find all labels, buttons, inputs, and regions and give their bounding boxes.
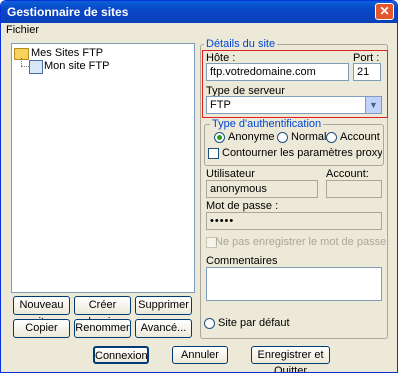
close-button[interactable]: ✕ (375, 3, 394, 20)
radio-account-label: Account (340, 131, 380, 143)
menu-fichier[interactable]: Fichier (6, 24, 39, 36)
password-input[interactable]: ••••• (206, 212, 382, 230)
radio-anonymous[interactable] (214, 132, 225, 143)
advanced-button[interactable]: Avancé... (135, 319, 192, 338)
delete-button[interactable]: Supprimer (135, 296, 192, 315)
user-label: Utilisateur (206, 168, 255, 180)
tree-connector-h (21, 66, 29, 68)
port-input[interactable]: 21 (353, 63, 381, 81)
tree-child-label: Mon site FTP (44, 60, 110, 72)
comments-textarea[interactable] (206, 267, 382, 301)
server-type-value: FTP (210, 99, 231, 111)
bypass-proxy-checkbox[interactable] (208, 148, 219, 159)
title-bar[interactable]: Gestionnaire de sites ✕ (1, 1, 397, 23)
copy-button[interactable]: Copier (13, 319, 70, 338)
account-input[interactable] (326, 180, 382, 198)
dont-save-password-label: Ne pas enregistrer le mot de passe. (215, 236, 390, 248)
ftp-site-icon (29, 60, 43, 74)
radio-normal[interactable] (277, 132, 288, 143)
radio-selected-dot (217, 135, 222, 140)
password-label: Mot de passe : (206, 200, 279, 212)
chevron-down-icon[interactable]: ▼ (365, 97, 381, 113)
auth-group-label: Type d'authentification (210, 118, 324, 130)
bypass-proxy-label: Contourner les paramètres proxy / pare-f… (222, 147, 382, 159)
cancel-button[interactable]: Annuler (172, 346, 228, 364)
connect-button[interactable]: Connexion (93, 346, 149, 364)
new-folder-button[interactable]: Créer dossier (74, 296, 131, 328)
rename-button[interactable]: Renommer (74, 319, 131, 338)
default-site-radio[interactable] (204, 318, 215, 329)
details-group-label: Détails du site (204, 38, 278, 50)
account-label: Account: (326, 168, 369, 180)
server-type-select[interactable]: FTP ▼ (206, 96, 382, 114)
host-input[interactable]: ftp.votredomaine.com (206, 63, 349, 81)
radio-anonymous-label: Anonyme (228, 131, 275, 143)
new-site-button[interactable]: Nouveau site (13, 296, 70, 328)
close-icon: ✕ (379, 4, 390, 18)
tree-connector (21, 58, 23, 66)
site-manager-window: Gestionnaire de sites ✕ Fichier Mes Site… (0, 0, 398, 373)
default-site-label: Site par défaut (218, 317, 290, 329)
save-quit-button[interactable]: Enregistrer et Quitter (251, 346, 330, 372)
radio-account[interactable] (326, 132, 337, 143)
window-title: Gestionnaire de sites (7, 5, 129, 19)
site-tree[interactable]: Mes Sites FTP Mon site FTP (11, 43, 195, 293)
radio-normal-label: Normal (291, 131, 327, 143)
menu-bar: Fichier (1, 23, 397, 38)
user-input[interactable]: anonymous (206, 180, 318, 198)
comments-label: Commentaires (206, 255, 278, 267)
tree-root-label: Mes Sites FTP (31, 47, 104, 59)
